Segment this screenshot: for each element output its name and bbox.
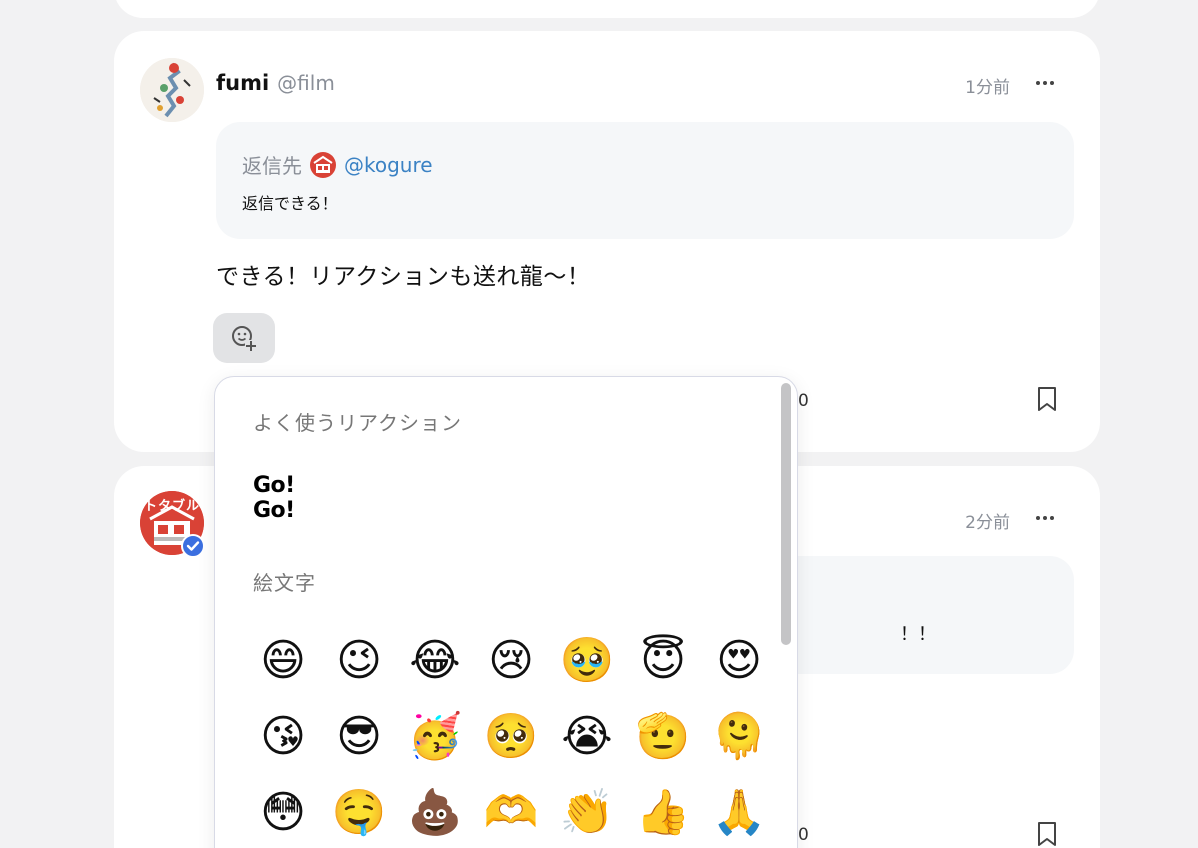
gogo-reaction[interactable]: Go! Go!: [253, 473, 313, 527]
emoji-option[interactable]: 😂: [403, 635, 467, 687]
reply-quote[interactable]: 返信先 @kogure 返信できる！: [216, 122, 1074, 239]
reaction-picker[interactable]: よく使うリアクション Go! Go! 絵文字 😄 😉 😂 😢 🥹 😇 😍 😘 😎 🥳 🥺 😭 🫡 🫠 😳 🤤 💩…: [214, 376, 798, 848]
previous-post-card: [114, 0, 1100, 18]
emoji-option[interactable]: 🤤: [327, 787, 391, 839]
emoji-option[interactable]: 😳: [251, 787, 315, 839]
emoji-option[interactable]: 👏: [555, 787, 619, 839]
emoji-option[interactable]: 🫡: [631, 711, 695, 763]
emoji-option[interactable]: 👍: [631, 787, 695, 839]
emoji-option[interactable]: 🥳: [403, 711, 467, 763]
emoji-option[interactable]: 😇: [631, 635, 695, 687]
handle[interactable]: @film: [277, 71, 335, 95]
emoji-option[interactable]: 😎: [327, 711, 391, 763]
reply-label: 返信先: [242, 154, 302, 178]
emoji-option[interactable]: 🫶: [479, 787, 543, 839]
reply-text: ！！: [900, 624, 936, 645]
gogo-line: Go!: [253, 473, 295, 498]
emoji-option[interactable]: 🙏: [707, 787, 771, 839]
reply-header: 返信先 @kogure: [242, 150, 433, 179]
post-text: できる！リアクションも送れ龍〜！: [216, 264, 591, 290]
emoji-option[interactable]: 🥺: [479, 711, 543, 763]
add-reaction-icon: [232, 326, 257, 352]
reply-text: 返信できる！: [242, 194, 338, 213]
display-name[interactable]: fumi: [216, 71, 269, 95]
reply-avatar: [310, 151, 336, 178]
bookmark-icon[interactable]: [1036, 386, 1058, 412]
more-options-icon[interactable]: [1032, 70, 1058, 96]
bookmark-icon[interactable]: [1036, 821, 1058, 847]
emoji-option[interactable]: 😉: [327, 635, 391, 687]
picker-scrollbar[interactable]: [781, 383, 791, 645]
emoji-option[interactable]: 💩: [403, 787, 467, 839]
emoji-option[interactable]: 😭: [555, 711, 619, 763]
emoji-section-title: 絵文字: [253, 571, 316, 595]
emoji-option[interactable]: 😄: [251, 635, 315, 687]
emoji-option[interactable]: 😍: [707, 635, 771, 687]
add-reaction-button[interactable]: [213, 313, 275, 363]
emoji-option[interactable]: 🥹: [555, 635, 619, 687]
emoji-grid: 😄 😉 😂 😢 🥹 😇 😍 😘 😎 🥳 🥺 😭 🫡 🫠 😳 🤤 💩 🫶 👏 👍 🙏: [251, 635, 771, 839]
timestamp[interactable]: 1分前: [965, 73, 1010, 98]
avatar-text: トタブル: [143, 499, 200, 514]
verified-badge-icon: [181, 534, 205, 558]
emoji-option[interactable]: 😘: [251, 711, 315, 763]
emoji-option[interactable]: 🫠: [707, 711, 771, 763]
reply-to-user[interactable]: @kogure: [344, 153, 433, 177]
reaction-count: 0: [798, 391, 809, 411]
gogo-line: Go!: [253, 498, 295, 523]
more-options-icon[interactable]: [1032, 505, 1058, 531]
avatar[interactable]: トタブル: [140, 491, 205, 558]
emoji-option[interactable]: 😢: [479, 635, 543, 687]
timestamp[interactable]: 2分前: [965, 508, 1010, 533]
frequent-reactions-title: よく使うリアクション: [253, 411, 462, 435]
reaction-count: 0: [798, 825, 809, 845]
author-row: fumi @film: [216, 71, 335, 95]
avatar[interactable]: [140, 58, 204, 122]
